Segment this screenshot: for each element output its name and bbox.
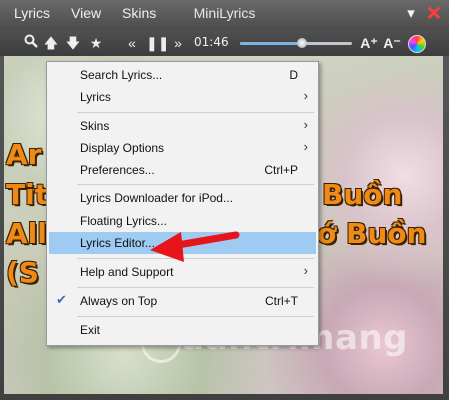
minilyrics-window: Lyrics View Skins MiniLyrics ▾ ✕ 🡅 🡇 ★ «… <box>0 0 449 400</box>
red-arrow-annotation-icon <box>150 231 240 262</box>
arrow-head <box>150 232 184 262</box>
